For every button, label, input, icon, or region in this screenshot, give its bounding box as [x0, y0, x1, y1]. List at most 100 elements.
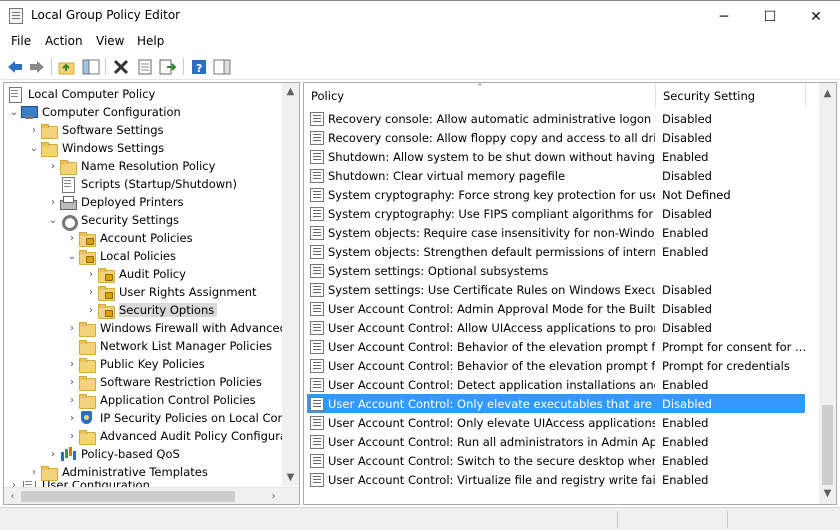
policy-setting-icon — [310, 168, 324, 183]
tree-item-software-restriction-policies[interactable]: › Software Restriction Policies — [66, 373, 262, 391]
policy-setting-icon — [310, 244, 324, 259]
tree-item-local-computer-policy[interactable]: Local Computer Policy — [6, 85, 155, 103]
tree-item-administrative-templates[interactable]: › Administrative Templates — [28, 463, 208, 481]
chevron-right-icon[interactable]: › — [66, 427, 78, 445]
forward-icon[interactable] — [27, 57, 47, 76]
policy-list-pane[interactable]: Policy ⌃ Security Setting Recovery conso… — [303, 82, 837, 505]
chevron-down-icon[interactable]: ⌄ — [28, 139, 40, 157]
menu-action[interactable]: Action — [45, 34, 83, 48]
tree-vertical-scrollbar[interactable]: ▲ ▼ — [282, 83, 299, 486]
export-list-icon[interactable] — [158, 57, 178, 76]
list-scroll-thumb[interactable] — [822, 405, 833, 485]
list-item[interactable]: User Account Control: Detect application… — [307, 375, 805, 394]
list-item[interactable]: System objects: Require case insensitivi… — [307, 223, 805, 242]
menu-help[interactable]: Help — [137, 34, 164, 48]
tree-item-security-options[interactable]: › Security Options — [85, 301, 218, 319]
locked-folder-icon — [78, 230, 96, 247]
list-item[interactable]: Shutdown: Clear virtual memory pagefile D… — [307, 166, 805, 185]
list-item[interactable]: System settings: Use Certificate Rules o… — [307, 280, 805, 299]
list-item[interactable]: User Account Control: Behavior of the el… — [307, 356, 805, 375]
scroll-down-arrow-icon[interactable]: ▼ — [282, 469, 299, 486]
chevron-down-icon[interactable]: ⌄ — [66, 247, 78, 265]
list-item[interactable]: System objects: Strengthen default permi… — [307, 242, 805, 261]
menu-view[interactable]: View — [96, 34, 124, 48]
column-header-security-setting[interactable]: Security Setting — [656, 83, 806, 108]
chevron-right-icon[interactable]: › — [66, 319, 78, 337]
chevron-down-icon[interactable]: ⌄ — [8, 103, 20, 121]
tree-horizontal-scrollbar[interactable]: ‹ › — [4, 487, 299, 504]
policy-setting-icon — [310, 111, 324, 126]
minimize-button[interactable]: ─ — [701, 1, 747, 32]
chevron-right-icon[interactable]: › — [66, 355, 78, 373]
list-item-selected[interactable]: User Account Control: Only elevate execu… — [307, 394, 805, 413]
list-item[interactable]: User Account Control: Switch to the secu… — [307, 451, 805, 470]
tree-item-policy-based-qos[interactable]: › Policy-based QoS — [47, 445, 180, 463]
tree-item-local-policies[interactable]: ⌄ Local Policies — [66, 247, 176, 265]
scroll-right-arrow-icon[interactable]: › — [265, 488, 282, 504]
tree-item-application-control-policies[interactable]: › Application Control Policies — [66, 391, 256, 409]
list-item[interactable]: User Account Control: Admin Approval Mod… — [307, 299, 805, 318]
scroll-down-arrow-icon[interactable]: ▼ — [819, 485, 836, 502]
help-icon[interactable]: ? — [189, 57, 209, 76]
maximize-button[interactable]: ☐ — [747, 1, 793, 32]
back-icon[interactable] — [5, 57, 25, 76]
list-item[interactable]: User Account Control: Behavior of the el… — [307, 337, 806, 356]
tree-item-advanced-audit-policy[interactable]: › Advanced Audit Policy Configurat — [66, 427, 291, 445]
tree-item-deployed-printers[interactable]: › Deployed Printers — [47, 193, 184, 211]
list-item[interactable]: User Account Control: Allow UIAccess app… — [307, 318, 805, 337]
tree-item-computer-configuration[interactable]: ⌄ Computer Configuration — [8, 103, 181, 121]
tree-item-audit-policy[interactable]: › Audit Policy — [85, 265, 186, 283]
list-item[interactable]: User Account Control: Only elevate UIAcc… — [307, 413, 805, 432]
chevron-right-icon[interactable]: › — [66, 391, 78, 409]
tree-item-user-rights-assignment[interactable]: › User Rights Assignment — [85, 283, 257, 301]
tree-item-network-list-manager[interactable]: Network List Manager Policies — [78, 337, 272, 355]
chevron-right-icon[interactable]: › — [28, 463, 40, 481]
show-hide-action-pane-icon[interactable] — [212, 57, 232, 76]
folder-icon — [40, 140, 58, 157]
chevron-right-icon[interactable]: › — [85, 265, 97, 283]
close-button[interactable]: ✕ — [793, 1, 839, 32]
chevron-right-icon[interactable]: › — [47, 445, 59, 463]
list-item[interactable]: Recovery console: Allow floppy copy and … — [307, 128, 805, 147]
tree-item-ip-security-policies[interactable]: › IP Security Policies on Local Comp — [66, 409, 296, 427]
list-item[interactable]: System cryptography: Use FIPS compliant … — [307, 204, 805, 223]
tree-item-public-key-policies[interactable]: › Public Key Policies — [66, 355, 205, 373]
chevron-right-icon[interactable]: › — [28, 121, 40, 139]
chevron-right-icon[interactable]: › — [66, 409, 78, 427]
chevron-right-icon[interactable]: › — [47, 157, 59, 175]
folder-icon — [78, 338, 96, 355]
tree-item-account-policies[interactable]: › Account Policies — [66, 229, 193, 247]
list-vertical-scrollbar[interactable]: ▲ ▼ — [819, 83, 836, 504]
scroll-up-arrow-icon[interactable]: ▲ — [819, 85, 836, 102]
locked-folder-icon — [97, 266, 115, 283]
tree-item-windows-settings[interactable]: ⌄ Windows Settings — [28, 139, 164, 157]
tree-item-name-resolution-policy[interactable]: › Name Resolution Policy — [47, 157, 215, 175]
tree-item-software-settings[interactable]: › Software Settings — [28, 121, 164, 139]
tree-item-scripts[interactable]: Scripts (Startup/Shutdown) — [59, 175, 237, 193]
policy-setting-icon — [310, 434, 324, 449]
title-bar: Local Group Policy Editor ─ ☐ ✕ — [0, 0, 840, 31]
tree-item-security-settings[interactable]: ⌄ Security Settings — [47, 211, 179, 231]
delete-icon[interactable] — [111, 57, 131, 76]
chevron-right-icon[interactable]: › — [47, 193, 59, 211]
list-item[interactable]: System settings: Optional subsystems — [307, 261, 805, 280]
up-folder-icon[interactable] — [57, 57, 77, 76]
chevron-right-icon[interactable]: › — [85, 283, 97, 301]
chevron-right-icon[interactable]: › — [85, 301, 97, 319]
list-item[interactable]: Shutdown: Allow system to be shut down w… — [307, 147, 805, 166]
scroll-up-arrow-icon[interactable]: ▲ — [282, 83, 299, 100]
properties-icon[interactable] — [135, 57, 155, 76]
chevron-right-icon[interactable]: › — [66, 229, 78, 247]
list-item[interactable]: Recovery console: Allow automatic admini… — [307, 109, 805, 128]
tree-item-windows-firewall[interactable]: › Windows Firewall with Advanced — [66, 319, 287, 337]
menu-file[interactable]: File — [11, 34, 31, 48]
chevron-down-icon[interactable]: ⌄ — [47, 211, 59, 229]
console-tree[interactable]: Local Computer Policy ⌄ Computer Configu… — [3, 82, 300, 505]
list-item[interactable]: User Account Control: Run all administra… — [307, 432, 805, 451]
list-item[interactable]: System cryptography: Force strong key pr… — [307, 185, 805, 204]
list-item[interactable]: User Account Control: Virtualize file an… — [307, 470, 805, 489]
chevron-right-icon[interactable]: › — [66, 373, 78, 391]
tree-horizontal-scroll-thumb[interactable] — [21, 491, 235, 502]
show-hide-tree-icon[interactable] — [81, 57, 101, 76]
scroll-left-arrow-icon[interactable]: ‹ — [4, 488, 21, 504]
